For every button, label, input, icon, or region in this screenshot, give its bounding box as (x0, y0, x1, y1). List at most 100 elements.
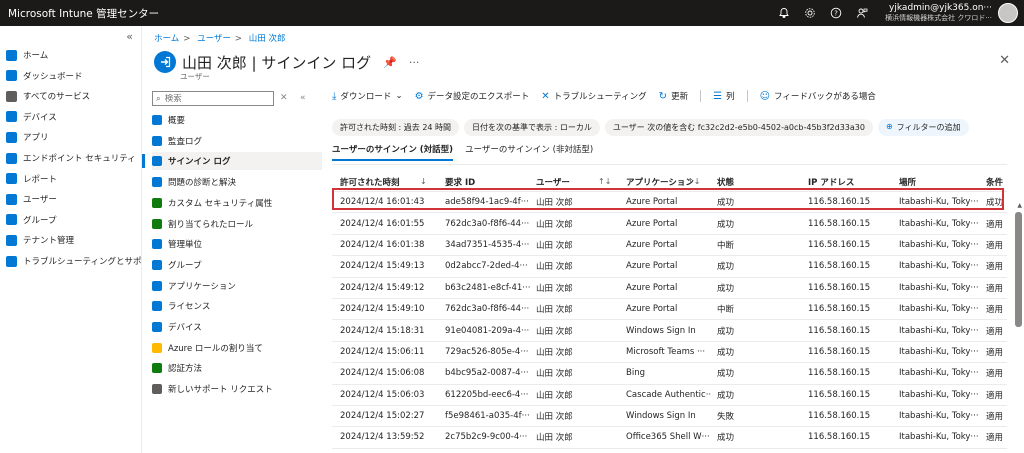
menu-item-icon (152, 135, 162, 146)
table-cell: Itabashi-Ku, Toky··· (899, 239, 979, 250)
nav-item-5[interactable]: エンドポイント セキュリティ (6, 149, 136, 167)
add-filter-button[interactable]: ⊕ フィルターの追加 (877, 119, 969, 136)
columns-button[interactable]: ☰ 列 (713, 90, 734, 103)
table-cell: Itabashi-Ku, Toky··· (899, 304, 979, 315)
table-cell: Itabashi-Ku, Toky··· (899, 261, 979, 272)
menu-search[interactable]: ⌕ (152, 91, 274, 106)
table-row[interactable]: 2024/12/4 15:06:11 729ac526-805e-4··· 山田 次… (332, 342, 1007, 364)
menu-item-9[interactable]: ライセンス (152, 297, 322, 315)
breadcrumb-users[interactable]: ユーザー (197, 34, 231, 44)
column-header[interactable]: 状態 (717, 172, 803, 191)
sort-icon[interactable]: ↓ (420, 172, 427, 191)
help-icon[interactable]: ? (823, 0, 849, 26)
tab-interactive[interactable]: ユーザーのサインイン (対話型) (332, 143, 454, 161)
nav-item-6[interactable]: レポート (6, 170, 57, 188)
table-row[interactable]: 2024/12/4 13:59:52 9c2c3096-ecc5-4··· 山田 次… (332, 449, 1007, 453)
time-filter-pill[interactable]: 許可された時刻 : 過去 24 時間 (332, 119, 460, 136)
table-row[interactable]: 2024/12/4 15:18:31 91e04081-209a-4··· 山田 次… (332, 320, 1007, 342)
date-basis-pill[interactable]: 日付を次の基準で表示 : ローカル (464, 119, 600, 136)
breadcrumb-home[interactable]: ホーム (154, 34, 179, 44)
table-cell: 適用 (986, 262, 1004, 273)
troubleshoot-button[interactable]: ✕ トラブルシューティング (541, 90, 646, 103)
table-cell: 山田 次郎 (536, 198, 573, 209)
account-info[interactable]: yjkadmin@yjk365.on··· 横浜情報機器株式会社 クワロド··· (875, 3, 998, 23)
feedback-button[interactable]: ☺ フィードバックがある場合 (760, 90, 876, 103)
menu-item-8[interactable]: アプリケーション (152, 277, 322, 295)
user-filter-pill[interactable]: ユーザー 次の値を含む fc32c2d2-e5b0-4502-a0cb-45b3… (604, 119, 873, 136)
menu-item-4[interactable]: カスタム セキュリティ属性 (152, 194, 322, 212)
breadcrumb-user[interactable]: 山田 次郎 (249, 34, 286, 44)
table-row[interactable]: 2024/12/4 16:01:43 ade58f94-1ac9-4f··· 山田 … (332, 192, 1007, 214)
menu-item-3[interactable]: 問題の診断と解決 (152, 173, 322, 191)
collapse-menu-icon[interactable]: « (300, 93, 306, 103)
table-cell: 2024/12/4 15:18:31 (340, 325, 425, 336)
bell-icon[interactable] (771, 0, 797, 26)
table-row[interactable]: 2024/12/4 15:49:10 762dc3a0-f8f6-44··· 山田 … (332, 299, 1007, 321)
nav-item-2[interactable]: すべてのサービス (6, 87, 90, 105)
vertical-scrollbar[interactable] (1015, 212, 1022, 327)
menu-item-7[interactable]: グループ (152, 256, 322, 274)
nav-item-8[interactable]: グループ (6, 211, 57, 229)
menu-item-13[interactable]: 新しいサポート リクエスト (152, 380, 322, 398)
table-row[interactable]: 2024/12/4 16:01:55 762dc3a0-f8f6-44··· 山田 … (332, 213, 1007, 235)
column-header[interactable]: 要求 ID (445, 172, 531, 191)
table-row[interactable]: 2024/12/4 15:02:27 f5e98461-a035-4f··· 山田 … (332, 406, 1007, 428)
nav-item-9[interactable]: テナント管理 (6, 231, 74, 249)
nav-item-label: ダッシュボード (23, 71, 83, 82)
nav-item-0[interactable]: ホーム (6, 46, 48, 64)
export-settings-button[interactable]: ⚙ データ設定のエクスポート (414, 90, 530, 103)
menu-search-input[interactable] (164, 93, 260, 104)
nav-item-label: エンドポイント セキュリティ (23, 154, 136, 164)
table-cell: 116.58.160.15 (808, 282, 871, 293)
table-row[interactable]: 2024/12/4 16:01:38 34ad7351-4535-4··· 山田 次… (332, 235, 1007, 257)
table-cell: 116.58.160.15 (808, 239, 871, 250)
feedback-icon[interactable] (849, 0, 875, 26)
table-row[interactable]: 2024/12/4 15:49:13 0d2abcc7-2ded-4··· 山田 次… (332, 256, 1007, 278)
sort-icon[interactable]: ↑↓ (687, 172, 700, 191)
avatar[interactable] (998, 3, 1018, 23)
table-row[interactable]: 2024/12/4 15:49:12 b63c2481-e8cf-41··· 山田 … (332, 278, 1007, 299)
menu-item-2[interactable]: サインイン ログ (142, 152, 322, 171)
refresh-button[interactable]: ↻ 更新 (659, 90, 688, 103)
collapse-nav-icon[interactable]: « (126, 30, 133, 43)
table-cell: 9c2c3096-ecc5-4··· (445, 449, 531, 453)
scroll-up-icon[interactable]: ▲ (1017, 202, 1022, 209)
more-options-icon[interactable]: ··· (409, 56, 420, 69)
menu-item-10[interactable]: デバイス (152, 318, 322, 336)
nav-item-4[interactable]: アプリ (6, 128, 49, 146)
table-row[interactable]: 2024/12/4 15:06:03 612205bd-eec6-4··· 山田 次… (332, 385, 1007, 406)
menu-item-label: アプリケーション (168, 281, 236, 292)
menu-item-label: サインイン ログ (168, 157, 231, 168)
tab-noninteractive[interactable]: ユーザーのサインイン (非対話型) (465, 143, 593, 161)
menu-item-label: 管理単位 (168, 240, 203, 251)
table-cell: 中断 (717, 240, 735, 251)
column-header[interactable]: 条件 (986, 172, 1008, 191)
table-cell: Azure Portal (626, 261, 678, 272)
menu-item-5[interactable]: 割り当てられたロール (152, 215, 322, 233)
column-header[interactable]: 場所 (899, 172, 979, 191)
menu-item-0[interactable]: 概要 (152, 111, 322, 129)
close-icon[interactable]: ✕ (999, 53, 1010, 68)
nav-item-7[interactable]: ユーザー (6, 190, 57, 208)
clear-search-icon[interactable]: ✕ (280, 93, 288, 103)
menu-item-11[interactable]: Azure ロールの割り当て (152, 339, 322, 357)
gear-icon: ⚙ (414, 90, 424, 102)
tab-divider (332, 164, 1007, 165)
table-row[interactable]: 2024/12/4 13:59:52 2c75b2c9-9c00-4··· 山田 次… (332, 427, 1007, 449)
nav-item-1[interactable]: ダッシュボード (6, 67, 83, 85)
table-cell: f5e98461-a035-4f··· (445, 411, 530, 422)
menu-item-6[interactable]: 管理単位 (152, 235, 322, 253)
table-cell: 山田 次郎 (536, 390, 573, 401)
sort-icon[interactable]: ↑↓ (598, 172, 611, 191)
menu-item-1[interactable]: 監査ログ (152, 132, 322, 150)
menu-item-12[interactable]: 認証方法 (152, 359, 322, 377)
pin-icon[interactable]: 📌 (383, 56, 397, 69)
table-row[interactable]: 2024/12/4 15:06:08 b4bc95a2-0087-4··· 山田 次… (332, 363, 1007, 385)
app-title[interactable]: Microsoft Intune 管理センター (0, 6, 771, 21)
table-cell: b4bc95a2-0087-4··· (445, 368, 529, 379)
gear-icon[interactable] (797, 0, 823, 26)
nav-item-10[interactable]: トラブルシューティングとサポート (6, 252, 159, 270)
download-button[interactable]: ⤓ ダウンロード ⌄ (332, 90, 403, 103)
nav-item-3[interactable]: デバイス (6, 108, 57, 126)
column-header[interactable]: IP アドレス (808, 172, 894, 191)
